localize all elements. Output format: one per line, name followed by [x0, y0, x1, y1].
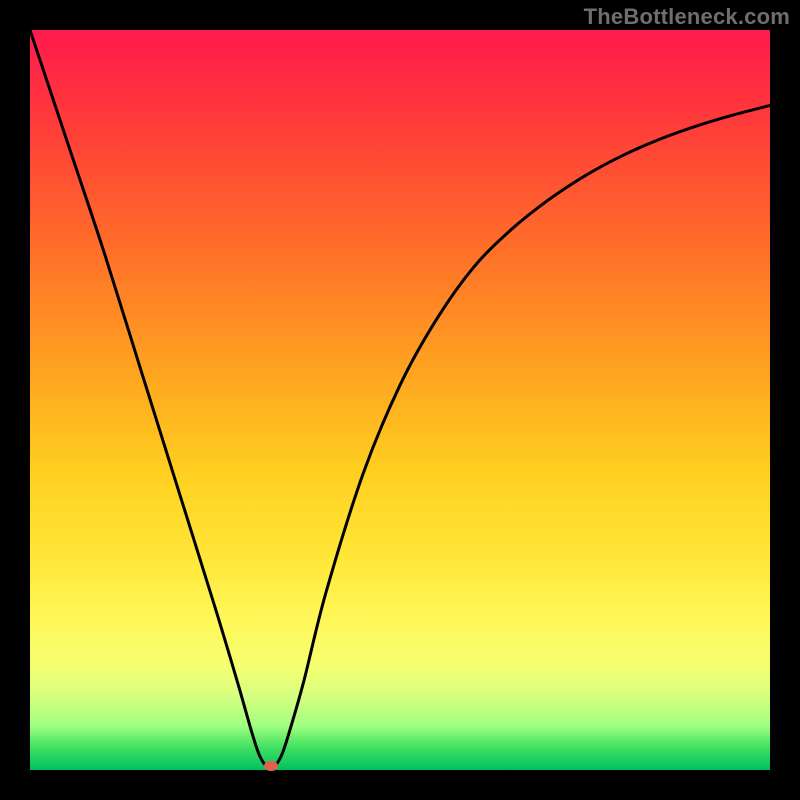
- bottleneck-curve: [30, 30, 770, 768]
- curve-svg: [30, 30, 770, 770]
- chart-frame: TheBottleneck.com: [0, 0, 800, 800]
- optimal-point-marker: [264, 761, 278, 771]
- attribution-text: TheBottleneck.com: [584, 4, 790, 30]
- plot-area: [30, 30, 770, 770]
